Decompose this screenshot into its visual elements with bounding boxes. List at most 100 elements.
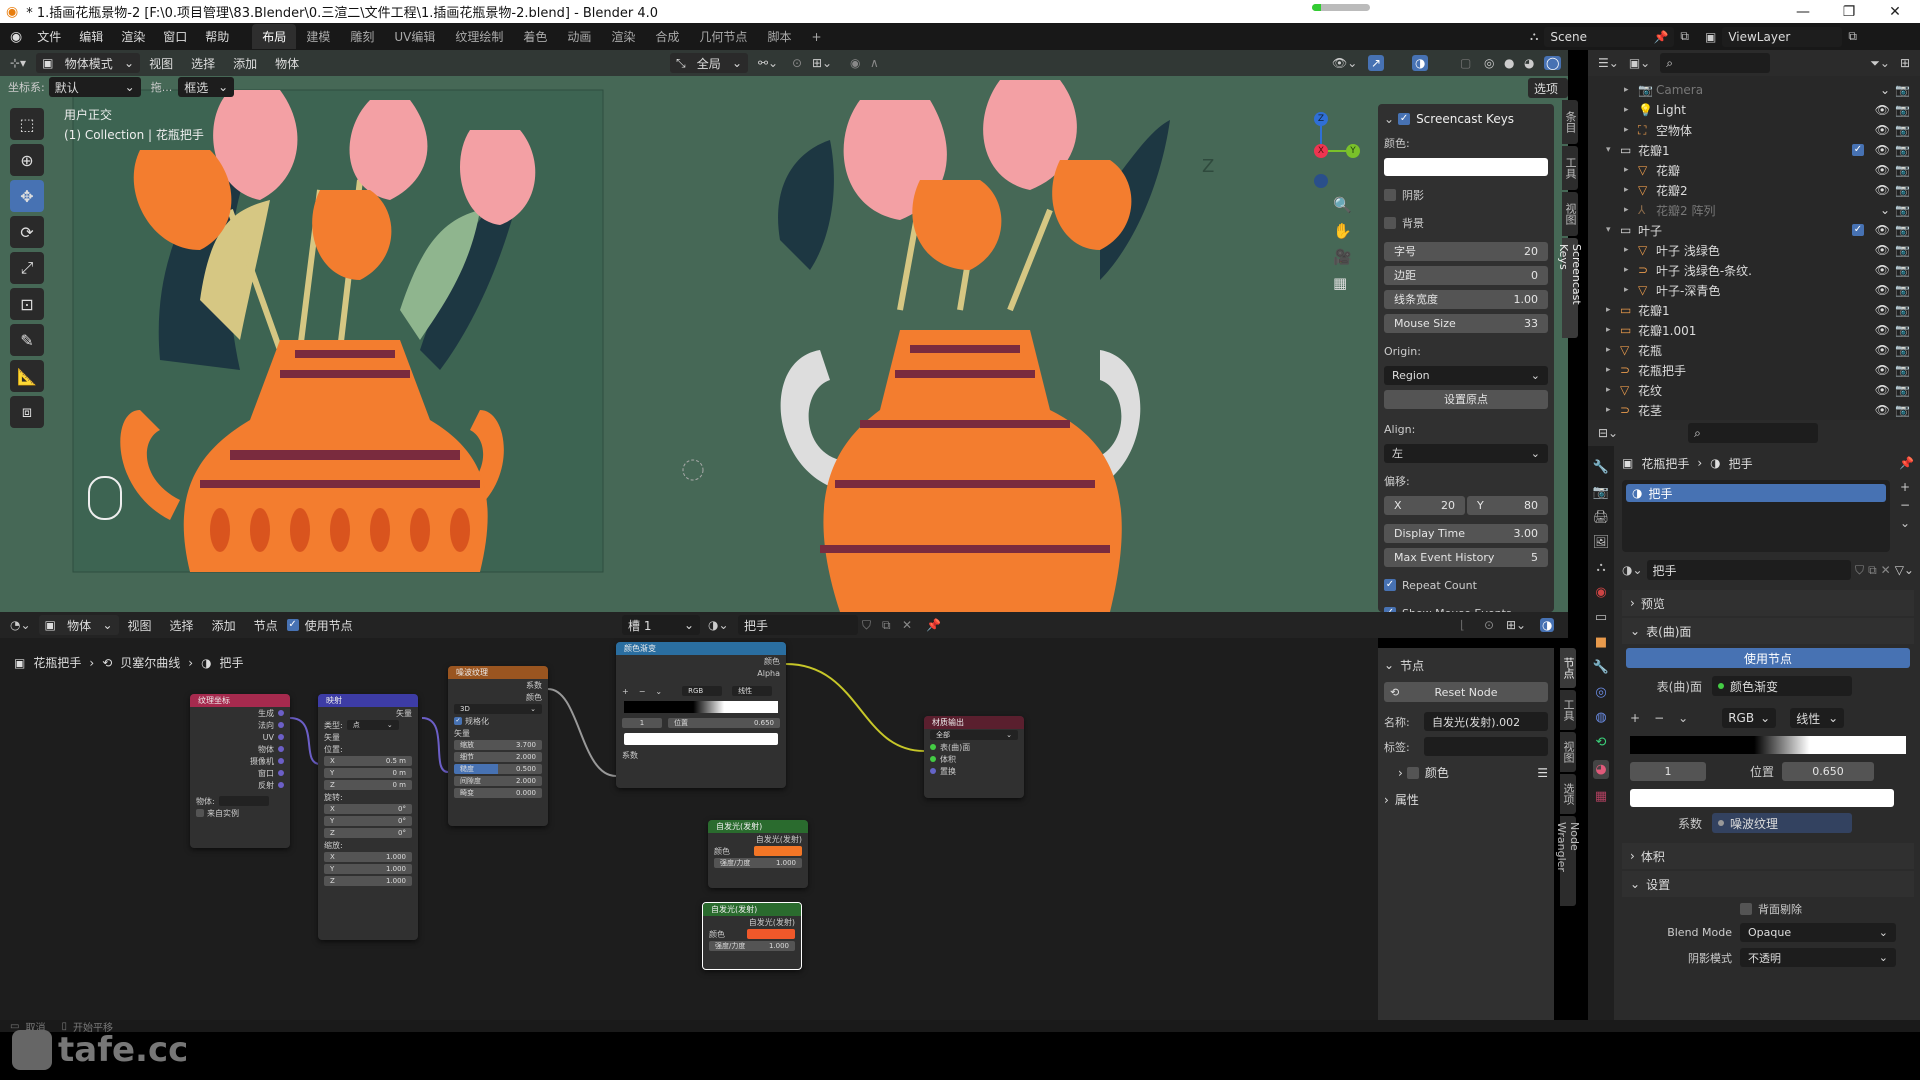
tool-tab-icon[interactable]: 🔧 — [1593, 460, 1609, 475]
expand-arrow-icon[interactable]: ▸ — [1606, 325, 1620, 335]
render-camera-icon[interactable]: 📷 — [1895, 103, 1910, 117]
shadow-checkbox[interactable] — [1384, 189, 1396, 201]
viewport-menu-select[interactable]: 选择 — [182, 55, 224, 72]
options-dropdown[interactable]: 选项 — [1528, 78, 1568, 98]
shadow-mode-dropdown[interactable]: 不透明 ⌄ — [1740, 948, 1896, 967]
node-menu-select[interactable]: 选择 — [161, 617, 203, 634]
ramp-interp-dropdown[interactable]: 线性 — [732, 686, 773, 696]
render-tab-icon[interactable]: 📷 — [1593, 485, 1609, 500]
tab-sculpting[interactable]: 雕刻 — [340, 24, 384, 49]
snap-icon[interactable]: ⊙ — [1484, 618, 1494, 632]
noise-field[interactable]: 畸变 0.000 — [454, 788, 542, 798]
settings-section[interactable]: ⌄ 设置 — [1622, 871, 1914, 897]
view-layer-selector[interactable]: ViewLayer — [1722, 26, 1843, 47]
visibility-eye-icon[interactable]: 👁 — [1875, 383, 1890, 397]
gizmo-toggle-icon[interactable]: ↗ — [1368, 55, 1385, 71]
shader-type-dropdown[interactable]: ▣ 物体 ⌄ — [38, 615, 119, 635]
offset-x-field[interactable]: X 20 — [1384, 495, 1465, 515]
render-camera-icon[interactable]: 📷 — [1895, 163, 1910, 177]
factor-input-field[interactable]: 噪波纹理 — [1712, 813, 1852, 833]
normalize-checkbox[interactable]: ✓ — [454, 717, 462, 725]
emission-color-swatch[interactable] — [747, 929, 795, 939]
data-tab-icon[interactable]: ⟲ — [1596, 735, 1607, 750]
texture-tab-icon[interactable]: ▦ — [1595, 789, 1607, 804]
render-camera-icon[interactable]: 📷 — [1895, 203, 1910, 217]
slot-menu-button[interactable]: ⌄ — [1900, 516, 1910, 530]
outliner-item[interactable]: ▸ ▽ 花瓣2 👁 📷 — [1588, 180, 1920, 200]
expand-arrow-icon[interactable]: ▸ — [1624, 185, 1638, 195]
color-swatch[interactable] — [1384, 158, 1548, 176]
particles-tab-icon[interactable]: ◎ — [1595, 685, 1606, 700]
output-tab-icon[interactable]: 🖨 — [1593, 510, 1610, 525]
ramp-stop-color[interactable] — [624, 733, 778, 745]
coord-system-dropdown[interactable]: 默认 ⌄ — [48, 77, 141, 97]
gizmo-z-axis[interactable]: Z — [1314, 112, 1328, 126]
reset-node-button[interactable]: ⟲ Reset Node — [1384, 682, 1548, 702]
material-shading-icon[interactable]: ◕ — [1524, 56, 1534, 70]
max-event-history-field[interactable]: Max Event History 5 — [1384, 547, 1548, 567]
expand-arrow-icon[interactable]: ▸ — [1624, 205, 1638, 215]
expand-arrow-icon[interactable]: ▸ — [1606, 345, 1620, 355]
fake-user-icon[interactable]: ⛉ — [1855, 563, 1864, 578]
tab-shading[interactable]: 着色 — [513, 24, 557, 49]
output-target-dropdown[interactable]: 全部 ⌄ — [930, 730, 1018, 740]
visibility-eye-icon[interactable]: 👁 — [1875, 183, 1890, 197]
node-output-socket[interactable]: 窗口 — [190, 767, 290, 779]
camera-view-icon[interactable]: 🎥 — [1333, 248, 1352, 266]
editor-type-icon[interactable]: ⊹▾ — [10, 56, 26, 70]
node-output-socket[interactable]: UV — [190, 731, 290, 743]
duplicate-icon[interactable]: ⧉ — [882, 618, 891, 633]
rendered-shading-icon[interactable]: ◯ — [1544, 56, 1562, 70]
visibility-icon[interactable]: 👁⌄ — [1332, 56, 1357, 70]
snap-target-icon[interactable]: ⊞⌄ — [812, 56, 832, 70]
scene-tab-icon[interactable]: ⛬ — [1596, 560, 1605, 575]
tab-texture-paint[interactable]: 纹理绘制 — [445, 24, 513, 49]
node-overlay-icon[interactable]: ◑ — [1540, 618, 1555, 632]
tab-rendering[interactable]: 渲染 — [601, 24, 645, 49]
display-time-field[interactable]: Display Time 3.00 — [1384, 523, 1548, 543]
align-dropdown[interactable]: 左 ⌄ — [1384, 443, 1548, 463]
mapping-scale-field[interactable]: Y 1.000 — [324, 864, 412, 874]
viewport-menu-object[interactable]: 物体 — [266, 55, 308, 72]
tab-compositing[interactable]: 合成 — [645, 24, 689, 49]
visibility-eye-icon[interactable]: 👁 — [1875, 123, 1890, 137]
expand-arrow-icon[interactable]: ▸ — [1606, 385, 1620, 395]
node-output-socket[interactable]: 摄像机 — [190, 755, 290, 767]
link-type-icon[interactable]: ▽⌄ — [1895, 563, 1914, 577]
node-emission-1[interactable]: 自发光(发射) 自发光(发射) 颜色 强度/力度 1.000 — [708, 820, 808, 888]
render-camera-icon[interactable]: 📷 — [1895, 223, 1910, 237]
move-tool[interactable]: ✥ — [10, 180, 44, 212]
remove-slot-button[interactable]: − — [1900, 498, 1910, 512]
falloff-icon[interactable]: ∧ — [870, 56, 879, 70]
outliner-item[interactable]: ▸ ⊃ 花瓶把手 👁 📷 — [1588, 360, 1920, 380]
pan-hand-icon[interactable]: ✋ — [1333, 222, 1352, 240]
expand-arrow-icon[interactable]: ▸ — [1624, 105, 1638, 115]
repeat-count-checkbox[interactable]: ✓ — [1384, 579, 1396, 591]
visibility-eye-icon[interactable]: 👁 — [1875, 143, 1890, 157]
expand-arrow-icon[interactable]: ▸ — [1624, 285, 1638, 295]
object-field[interactable] — [218, 796, 269, 806]
tab-view[interactable]: 视图 — [1562, 192, 1578, 236]
mapping-rotation-field[interactable]: Y 0° — [324, 816, 412, 826]
solid-shading-icon[interactable]: ● — [1504, 56, 1514, 70]
mapping-location-field[interactable]: X 0.5 m — [324, 756, 412, 766]
visibility-eye-icon[interactable]: 👁 — [1875, 323, 1890, 337]
expand-arrow-icon[interactable]: ▸ — [1624, 165, 1638, 175]
use-nodes-button[interactable]: 使用节点 — [1626, 648, 1910, 668]
material-slot-item[interactable]: ◑ 把手 — [1626, 484, 1886, 502]
node-label-field[interactable] — [1424, 737, 1548, 756]
outliner-item[interactable]: ▸ ▽ 花瓣 👁 📷 — [1588, 160, 1920, 180]
pin-icon[interactable]: 📌 — [926, 618, 941, 632]
mapping-rotation-field[interactable]: X 0° — [324, 804, 412, 814]
mapping-location-field[interactable]: Z 0 m — [324, 780, 412, 790]
menu-help[interactable]: 帮助 — [196, 28, 238, 45]
render-camera-icon[interactable]: 📷 — [1895, 343, 1910, 357]
visibility-eye-icon[interactable]: 👁 — [1875, 243, 1890, 257]
ramp-mode-dropdown[interactable]: RGB — [682, 686, 723, 696]
outliner-item[interactable]: ▸ ⊃ 花茎 👁 📷 — [1588, 400, 1920, 420]
node-color-checkbox[interactable] — [1406, 766, 1419, 779]
mapping-location-field[interactable]: Y 0 m — [324, 768, 412, 778]
minimize-button[interactable]: — — [1780, 0, 1826, 23]
view-layer-tab-icon[interactable]: 🖼 — [1593, 535, 1610, 550]
outliner-item[interactable]: ▸ ▭ 花瓣1.001 👁 📷 — [1588, 320, 1920, 340]
